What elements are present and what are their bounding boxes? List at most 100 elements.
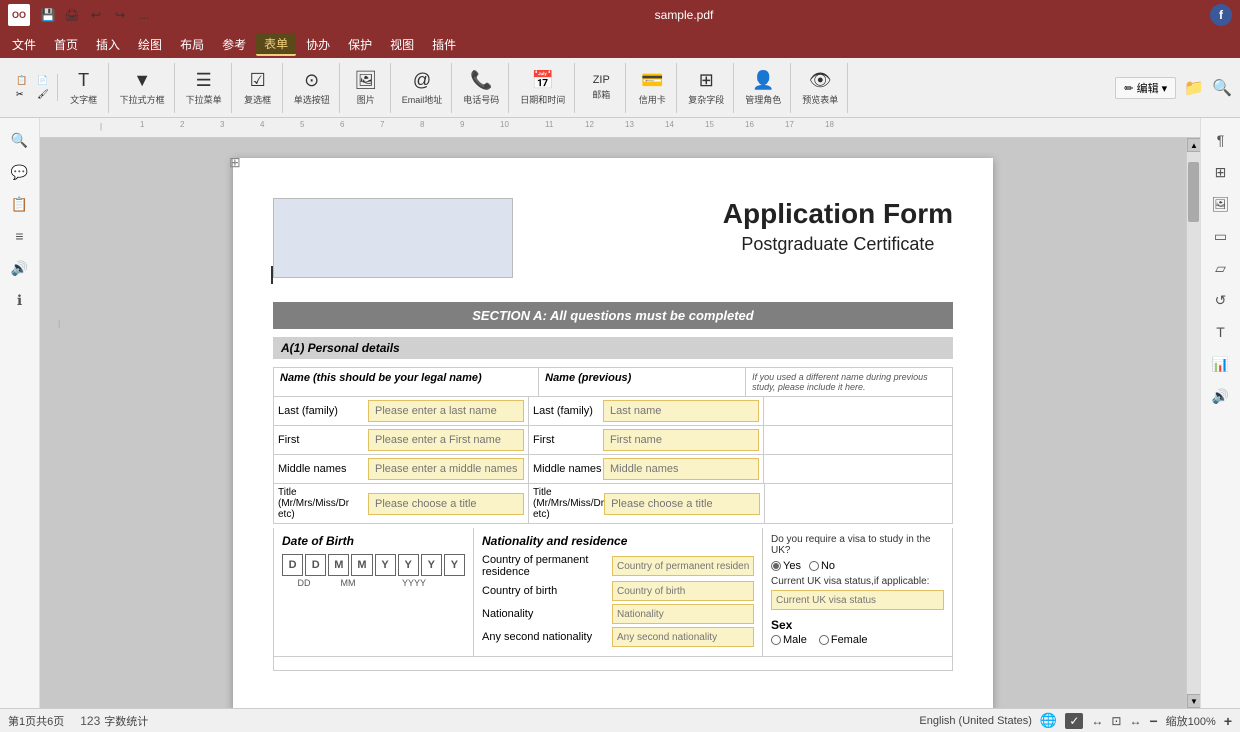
rs-text-icon[interactable]: T [1207, 318, 1235, 346]
zoom-out-button[interactable]: − [1149, 713, 1157, 729]
last-prev-input[interactable] [603, 400, 759, 422]
dob-m1[interactable]: M [328, 554, 349, 576]
dropdown-menu-button[interactable]: ☰ 下拉菜单 [181, 63, 227, 113]
table-expand-icon[interactable]: ⊞ [229, 154, 241, 171]
edit-dropdown[interactable]: ✏ 编辑 ▾ [1115, 77, 1176, 99]
menu-protect[interactable]: 保护 [340, 34, 380, 55]
checkbox-button[interactable]: ☑ 复选框 [238, 63, 278, 113]
datetime-button[interactable]: 📅 日期和时间 [515, 63, 570, 113]
country-birth-label: Country of birth [482, 585, 612, 597]
sidebar-info-icon[interactable]: ℹ [6, 286, 34, 314]
menu-bar: 文件 首页 插入 绘图 布局 参考 表单 协办 保护 视图 插件 [0, 30, 1240, 58]
text-cursor [271, 266, 273, 284]
more-button[interactable]: ... [134, 5, 154, 25]
phone-button[interactable]: 📞 电话号码 [458, 63, 504, 113]
text-field-button[interactable]: T 文字框 [64, 63, 104, 113]
dob-d1[interactable]: D [282, 554, 303, 576]
last-family-input[interactable] [368, 400, 524, 422]
menu-plugin[interactable]: 插件 [424, 34, 464, 55]
print-button[interactable]: 🖨 [62, 5, 82, 25]
menu-file[interactable]: 文件 [4, 34, 44, 55]
redo-button[interactable]: ↪ [110, 5, 130, 25]
yes-radio[interactable]: Yes [771, 560, 801, 572]
rs-table-icon[interactable]: ⊞ [1207, 158, 1235, 186]
cut-button[interactable]: ✂ [12, 88, 31, 101]
manage-role-button[interactable]: 👤 管理角色 [740, 63, 786, 113]
radio-button-btn[interactable]: ⊙ 单选按钮 [289, 63, 335, 113]
menu-form[interactable]: 表单 [256, 33, 296, 56]
language-selector[interactable]: English (United States) [919, 715, 1032, 727]
copy-button[interactable]: 📄 [33, 74, 52, 87]
language-globe-icon[interactable]: 🌐 [1040, 712, 1057, 729]
dob-d2[interactable]: D [305, 554, 326, 576]
dob-y4[interactable]: Y [444, 554, 465, 576]
sidebar-clipboard-icon[interactable]: 📋 [6, 190, 34, 218]
dropdown-field-button[interactable]: ▼ 下拉式方框 [115, 63, 170, 113]
save-button[interactable]: 💾 [38, 5, 58, 25]
scroll-up-button[interactable]: ▲ [1187, 138, 1200, 152]
track-changes-icon[interactable]: ↔ [1091, 714, 1103, 728]
format-paint-button[interactable]: 🖌 [33, 88, 52, 101]
email-button[interactable]: @ Email地址 [397, 63, 448, 113]
rs-rotate-icon[interactable]: ↺ [1207, 286, 1235, 314]
middle-prev-input[interactable] [603, 458, 759, 480]
scroll-down-button[interactable]: ▼ [1187, 694, 1200, 708]
title-input[interactable] [368, 493, 524, 515]
no-radio[interactable]: No [809, 560, 835, 572]
scroll-track[interactable] [1187, 152, 1200, 694]
rs-paragraph-icon[interactable]: ¶ [1207, 126, 1235, 154]
undo-button[interactable]: ↩ [86, 5, 106, 25]
middle-input[interactable] [368, 458, 524, 480]
credit-button[interactable]: 💳 信用卡 [632, 63, 672, 113]
document-area[interactable]: | ⊞ Applicat [40, 138, 1186, 708]
female-radio[interactable]: Female [819, 634, 868, 646]
dob-y1[interactable]: Y [375, 554, 396, 576]
rs-chart-icon[interactable]: 📊 [1207, 350, 1235, 378]
middle-row: Middle names Middle names [273, 454, 953, 483]
dob-m2[interactable]: M [351, 554, 372, 576]
rs-image-icon[interactable]: 🖼 [1207, 190, 1235, 218]
vertical-scrollbar[interactable]: ▲ ▼ [1186, 138, 1200, 708]
preview-button[interactable]: 👁 预览表单 [797, 63, 843, 113]
menu-layout[interactable]: 布局 [172, 34, 212, 55]
first-input[interactable] [368, 429, 524, 451]
menu-reference[interactable]: 参考 [214, 34, 254, 55]
menu-insert[interactable]: 插入 [88, 34, 128, 55]
sidebar-list-icon[interactable]: ≡ [6, 222, 34, 250]
sidebar-search-icon[interactable]: 🔍 [6, 126, 34, 154]
manage-role-icon: 👤 [752, 70, 774, 91]
first-prev-input[interactable] [603, 429, 759, 451]
rs-shape-icon[interactable]: ▭ [1207, 222, 1235, 250]
second-nationality-input[interactable] [612, 627, 754, 647]
menu-view[interactable]: 视图 [382, 34, 422, 55]
dob-y3[interactable]: Y [421, 554, 442, 576]
title-prev-input[interactable] [604, 493, 760, 515]
rs-oval-icon[interactable]: ▱ [1207, 254, 1235, 282]
zip-button[interactable]: ZIP 邮箱 [581, 63, 621, 113]
search-icon[interactable]: 🔍 [1212, 78, 1232, 98]
complex-button[interactable]: ⊞ 复杂字段 [683, 63, 729, 113]
menu-draw[interactable]: 绘图 [130, 34, 170, 55]
country-birth-input[interactable] [612, 581, 754, 601]
fit-page-icon[interactable]: ⊡ [1111, 714, 1121, 728]
zoom-in-button[interactable]: + [1224, 713, 1232, 729]
fit-width-icon[interactable]: ↔ [1129, 714, 1141, 728]
sidebar-speaker-icon[interactable]: 🔊 [6, 254, 34, 282]
word-count-label[interactable]: 字数统计 [104, 713, 148, 729]
male-radio[interactable]: Male [771, 634, 807, 646]
rs-audio-icon[interactable]: 🔊 [1207, 382, 1235, 410]
scroll-thumb[interactable] [1188, 162, 1199, 222]
uk-visa-input[interactable] [771, 590, 944, 610]
menu-collaborate[interactable]: 协办 [298, 34, 338, 55]
paste-button[interactable]: 📋 [12, 74, 31, 87]
dob-y2[interactable]: Y [398, 554, 419, 576]
image-button[interactable]: 🖼 图片 [346, 63, 386, 113]
nationality-input[interactable] [612, 604, 754, 624]
phone-label: 电话号码 [463, 93, 499, 106]
menu-home[interactable]: 首页 [46, 34, 86, 55]
spell-check-icon[interactable]: ✓ [1065, 713, 1083, 729]
country-perm-input[interactable] [612, 556, 754, 576]
toolbar-preview: 👁 预览表单 [793, 63, 848, 113]
sidebar-comment-icon[interactable]: 💬 [6, 158, 34, 186]
save-to-icon[interactable]: 📁 [1184, 78, 1204, 98]
